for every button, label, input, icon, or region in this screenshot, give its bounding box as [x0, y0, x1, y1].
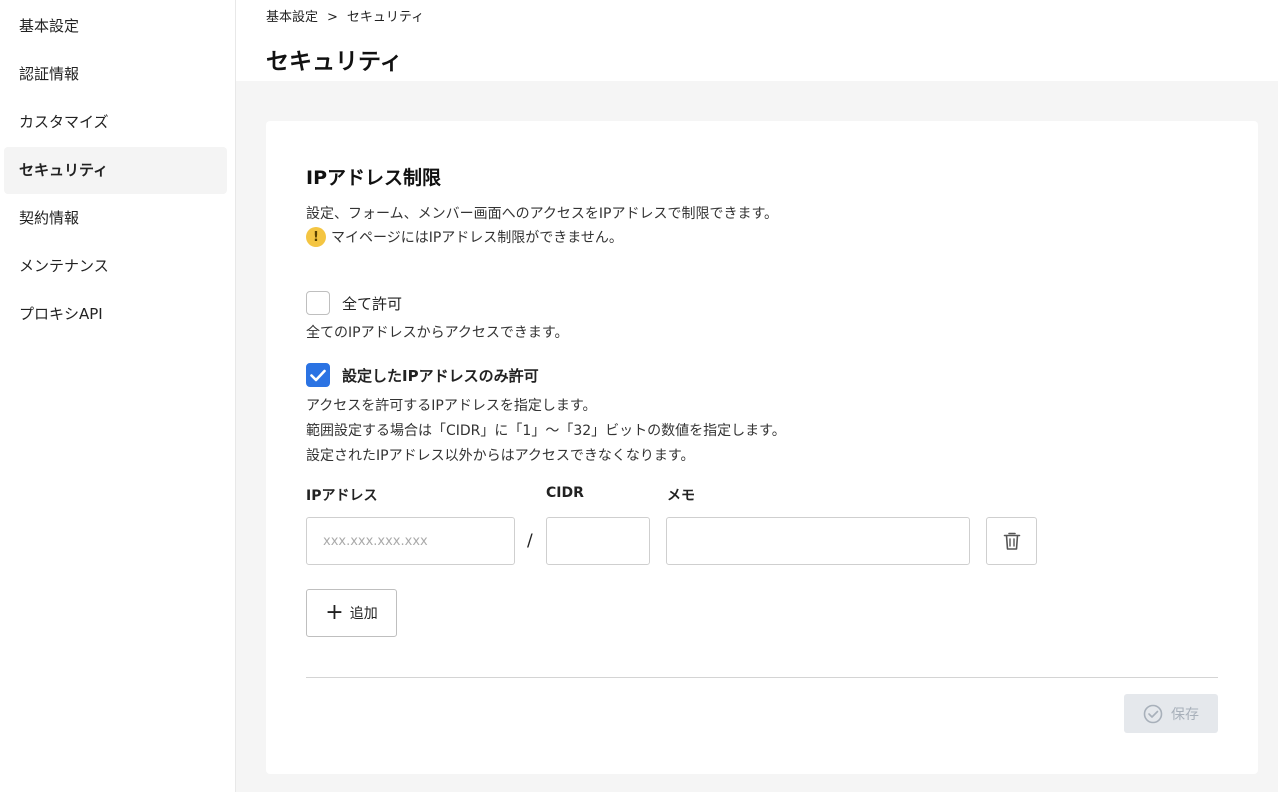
plus-icon: +: [325, 600, 344, 625]
section-title: IPアドレス制限: [306, 167, 441, 189]
check-circle-icon: [1143, 704, 1163, 723]
trash-icon: [1003, 532, 1020, 550]
breadcrumb-separator: >: [327, 10, 338, 25]
sidebar-item-maintenance[interactable]: メンテナンス: [4, 243, 227, 290]
divider: [306, 677, 1218, 678]
sidebar: 基本設定 認証情報 カスタマイズ セキュリティ 契約情報 メンテナンス プロキシ…: [0, 0, 236, 792]
description-line: アクセスを許可するIPアドレスを指定します。: [306, 398, 597, 414]
ip-address-label: IPアドレス: [306, 488, 378, 504]
save-button[interactable]: 保存: [1124, 694, 1218, 733]
allow-all-checkbox[interactable]: [306, 291, 330, 315]
cidr-label: CIDR: [546, 485, 584, 501]
warning-text: マイページにはIPアドレス制限ができません。: [331, 230, 623, 246]
save-button-label: 保存: [1171, 706, 1199, 723]
breadcrumb: 基本設定 > セキュリティ: [266, 6, 424, 25]
memo-input[interactable]: [666, 517, 970, 565]
page-title: セキュリティ: [266, 49, 403, 75]
allow-specified-option[interactable]: 設定したIPアドレスのみ許可: [306, 363, 539, 387]
description-line: 設定されたIPアドレス以外からはアクセスできなくなります。: [306, 448, 695, 464]
warning-icon: !: [306, 227, 326, 247]
sidebar-item-basic-settings[interactable]: 基本設定: [4, 3, 227, 50]
breadcrumb-item-security: セキュリティ: [346, 10, 425, 25]
sidebar-item-customize[interactable]: カスタマイズ: [4, 99, 227, 146]
allow-specified-checkbox[interactable]: [306, 363, 330, 387]
main-content: 基本設定 > セキュリティ セキュリティ IPアドレス制限 設定、フォーム、メンバー…: [236, 0, 1278, 792]
sidebar-item-security[interactable]: セキュリティ: [4, 147, 227, 194]
allow-specified-description: アクセスを許可するIPアドレスを指定します。 範囲設定する場合は「CIDR」に「…: [306, 394, 786, 469]
cidr-separator: /: [527, 531, 533, 551]
description-line: 範囲設定する場合は「CIDR」に「1」〜「32」ビットの数値を指定します。: [306, 423, 786, 439]
delete-row-button[interactable]: [986, 517, 1037, 565]
sidebar-item-contract-info[interactable]: 契約情報: [4, 195, 227, 242]
allow-all-description: 全てのIPアドレスからアクセスできます。: [306, 325, 569, 341]
page-header: 基本設定 > セキュリティ セキュリティ: [236, 0, 1278, 81]
add-button[interactable]: + 追加: [306, 589, 397, 637]
section-description: 設定、フォーム、メンバー画面へのアクセスをIPアドレスで制限できます。: [306, 206, 779, 222]
breadcrumb-item-basic-settings[interactable]: 基本設定: [266, 6, 318, 25]
check-icon: [310, 369, 326, 381]
sidebar-item-proxy-api[interactable]: プロキシAPI: [4, 291, 227, 338]
ip-address-input[interactable]: [306, 517, 515, 565]
ip-restriction-card: IPアドレス制限 設定、フォーム、メンバー画面へのアクセスをIPアドレスで制限で…: [266, 121, 1258, 774]
allow-all-option[interactable]: 全て許可: [306, 291, 402, 315]
allow-specified-label: 設定したIPアドレスのみ許可: [342, 366, 539, 385]
warning-note: ! マイページにはIPアドレス制限ができません。: [306, 227, 623, 247]
allow-all-label: 全て許可: [342, 294, 403, 313]
memo-label: メモ: [667, 488, 695, 504]
add-button-label: 追加: [349, 606, 378, 622]
cidr-input[interactable]: [546, 517, 650, 565]
sidebar-item-auth-info[interactable]: 認証情報: [4, 51, 227, 98]
